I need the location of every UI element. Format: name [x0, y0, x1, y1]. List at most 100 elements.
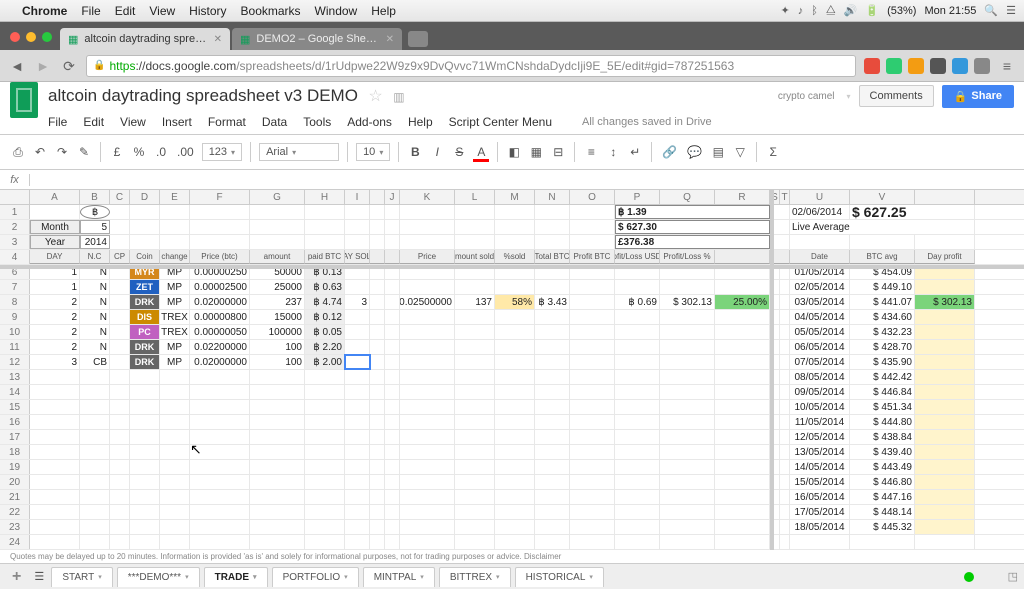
menu-tools[interactable]: Tools: [303, 115, 331, 129]
window-min-icon[interactable]: [26, 32, 36, 42]
cell[interactable]: [660, 430, 715, 444]
cell[interactable]: [250, 475, 305, 489]
cell[interactable]: [535, 235, 570, 249]
cell[interactable]: [400, 400, 455, 414]
cell[interactable]: [715, 385, 770, 399]
cell[interactable]: [400, 310, 455, 324]
ext-icon[interactable]: [864, 58, 880, 74]
cell[interactable]: [495, 235, 535, 249]
daily-date[interactable]: 14/05/2014: [790, 460, 850, 474]
cell[interactable]: [110, 220, 130, 234]
cell[interactable]: [370, 355, 385, 369]
cell[interactable]: [160, 460, 190, 474]
cell[interactable]: [190, 220, 250, 234]
cell[interactable]: [660, 340, 715, 354]
cell[interactable]: [385, 445, 400, 459]
cell[interactable]: [535, 430, 570, 444]
cell[interactable]: [30, 505, 80, 519]
cell[interactable]: [160, 445, 190, 459]
col-header[interactable]: M: [495, 190, 535, 204]
cell[interactable]: [305, 475, 345, 489]
cell[interactable]: [160, 370, 190, 384]
menu-insert[interactable]: Insert: [162, 115, 192, 129]
cell[interactable]: [570, 490, 615, 504]
daily-date[interactable]: 05/05/2014: [790, 325, 850, 339]
cell[interactable]: [455, 475, 495, 489]
cell[interactable]: [80, 460, 110, 474]
col-header[interactable]: U: [790, 190, 850, 204]
cell[interactable]: [660, 325, 715, 339]
cell[interactable]: [570, 400, 615, 414]
cell[interactable]: [615, 505, 660, 519]
cell[interactable]: [660, 280, 715, 294]
cell[interactable]: [535, 325, 570, 339]
cell[interactable]: [370, 475, 385, 489]
cell[interactable]: [250, 415, 305, 429]
cell[interactable]: [305, 445, 345, 459]
cell[interactable]: CB: [80, 355, 110, 369]
cell[interactable]: [495, 490, 535, 504]
chrome-menu-icon[interactable]: ≡: [998, 57, 1016, 75]
daily-date[interactable]: 12/05/2014: [790, 430, 850, 444]
cell[interactable]: [250, 220, 305, 234]
row-header[interactable]: 19: [0, 460, 30, 474]
cell[interactable]: [385, 520, 400, 534]
formula-bar[interactable]: fx: [0, 170, 1024, 190]
cell[interactable]: [400, 220, 455, 234]
folder-icon[interactable]: ▥: [393, 90, 404, 104]
cell[interactable]: [250, 490, 305, 504]
sheet-tab[interactable]: TRADE: [204, 567, 268, 587]
row-header[interactable]: 7: [0, 280, 30, 294]
cell[interactable]: [495, 355, 535, 369]
cell[interactable]: [495, 460, 535, 474]
cell[interactable]: 0.00002500: [190, 280, 250, 294]
cell[interactable]: [370, 280, 385, 294]
paid-btc[interactable]: ฿ 0.12: [305, 310, 345, 324]
cell[interactable]: N: [80, 280, 110, 294]
daily-avg[interactable]: $ 443.49: [850, 460, 915, 474]
cell[interactable]: [370, 205, 385, 219]
cell[interactable]: [455, 205, 495, 219]
daily-avg[interactable]: $ 448.14: [850, 505, 915, 519]
col-header[interactable]: L: [455, 190, 495, 204]
row-header[interactable]: 11: [0, 340, 30, 354]
menu-edit[interactable]: Edit: [83, 115, 104, 129]
col-header[interactable]: V: [850, 190, 915, 204]
notifications-icon[interactable]: ☰: [1006, 4, 1016, 17]
browser-tab-1[interactable]: ▦ altcoin daytrading spread… ✕: [60, 28, 230, 50]
cell[interactable]: [455, 355, 495, 369]
italic-icon[interactable]: I: [429, 142, 445, 162]
col-header[interactable]: I: [345, 190, 370, 204]
sheet-tab[interactable]: HISTORICAL: [515, 567, 604, 587]
daily-profit[interactable]: [915, 505, 975, 519]
cell[interactable]: [160, 385, 190, 399]
cell[interactable]: [250, 385, 305, 399]
cell[interactable]: [400, 415, 455, 429]
cell[interactable]: [535, 340, 570, 354]
col-header[interactable]: T: [780, 190, 790, 204]
cell[interactable]: [160, 205, 190, 219]
row-header[interactable]: 12: [0, 355, 30, 369]
cell[interactable]: [570, 520, 615, 534]
row-header[interactable]: 17: [0, 430, 30, 444]
row-header[interactable]: 13: [0, 370, 30, 384]
cell[interactable]: [455, 280, 495, 294]
cell[interactable]: [305, 430, 345, 444]
cell[interactable]: [400, 370, 455, 384]
cell[interactable]: [400, 460, 455, 474]
cell[interactable]: [570, 340, 615, 354]
cell[interactable]: [385, 205, 400, 219]
exchange[interactable]: MP: [160, 280, 190, 294]
undo-icon[interactable]: ↶: [32, 142, 48, 162]
cell[interactable]: [160, 535, 190, 549]
col-header[interactable]: A: [30, 190, 80, 204]
cell[interactable]: 2: [30, 340, 80, 354]
cell[interactable]: [345, 370, 370, 384]
daily-avg[interactable]: $ 446.80: [850, 475, 915, 489]
cell[interactable]: [345, 310, 370, 324]
daily-profit[interactable]: [915, 430, 975, 444]
exchange[interactable]: TREX: [160, 325, 190, 339]
cell[interactable]: [130, 370, 160, 384]
cell[interactable]: [615, 475, 660, 489]
cell[interactable]: [345, 280, 370, 294]
